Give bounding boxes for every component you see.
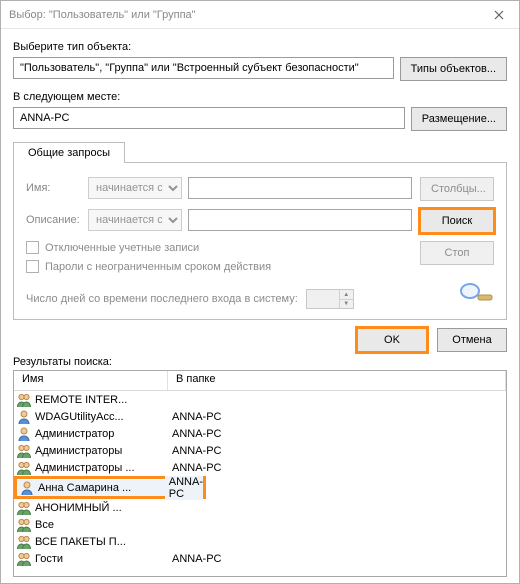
user-icon: [19, 480, 35, 496]
table-row[interactable]: Все: [14, 516, 506, 533]
row-name: REMOTE INTER...: [35, 394, 127, 406]
table-row[interactable]: Администраторы ANNA-PC: [14, 442, 506, 459]
name-input[interactable]: [188, 177, 412, 199]
stop-button[interactable]: Стоп: [420, 241, 494, 265]
chevron-up-icon[interactable]: ▲: [339, 290, 353, 299]
row-name: Администраторы ...: [35, 462, 135, 474]
row-name: ВСЕ ПАКЕТЫ П...: [35, 536, 126, 548]
row-name: Администраторы: [35, 445, 122, 457]
password-noexpire-checkbox[interactable]: [26, 260, 39, 273]
row-name: Гости: [35, 553, 63, 565]
close-button[interactable]: [479, 1, 519, 28]
magnifier-icon: [456, 278, 494, 309]
tabs: Общие запросы Имя: начинается с Описание…: [13, 141, 507, 320]
columns-button[interactable]: Столбцы...: [420, 177, 494, 201]
object-types-button[interactable]: Типы объектов...: [400, 57, 507, 81]
cancel-button[interactable]: Отмена: [437, 328, 507, 352]
name-match-select[interactable]: начинается с: [88, 177, 182, 199]
name-label: Имя:: [26, 182, 82, 194]
days-spin[interactable]: ▲ ▼: [306, 289, 354, 309]
locations-button[interactable]: Размещение...: [411, 107, 507, 131]
dialog-window: Выбор: "Пользователь" или "Группа" Выбер…: [0, 0, 520, 584]
row-name: Анна Самарина ...: [38, 482, 131, 494]
column-folder[interactable]: В папке: [168, 371, 506, 390]
object-type-field[interactable]: [13, 57, 394, 79]
description-input[interactable]: [188, 209, 412, 231]
group-icon: [16, 443, 32, 459]
selection-highlight: Анна Самарина ... ANNA-PC: [14, 476, 206, 499]
group-icon: [16, 551, 32, 567]
row-folder: ANNA-PC: [165, 476, 203, 500]
group-icon: [16, 534, 32, 550]
group-icon: [16, 392, 32, 408]
row-name: Администратор: [35, 428, 114, 440]
row-folder: ANNA-PC: [168, 445, 506, 457]
disabled-accounts-checkbox[interactable]: [26, 241, 39, 254]
object-type-label: Выберите тип объекта:: [13, 41, 507, 53]
row-folder: ANNA-PC: [168, 462, 506, 474]
row-folder: ANNA-PC: [168, 553, 506, 565]
group-icon: [16, 500, 32, 516]
ok-button[interactable]: OK: [357, 328, 427, 352]
chevron-down-icon[interactable]: ▼: [339, 299, 353, 308]
find-now-button[interactable]: Поиск: [420, 209, 494, 233]
location-field[interactable]: [13, 107, 405, 129]
window-title: Выбор: "Пользователь" или "Группа": [9, 9, 479, 21]
table-row[interactable]: Анна Самарина ...ANNA-PC: [17, 479, 203, 496]
close-icon: [494, 7, 504, 23]
user-icon: [16, 409, 32, 425]
user-icon: [16, 426, 32, 442]
group-icon: [16, 460, 32, 476]
location-label: В следующем месте:: [13, 91, 507, 103]
column-name[interactable]: Имя: [14, 371, 168, 390]
row-folder: ANNA-PC: [168, 428, 506, 440]
password-noexpire-label: Пароли с неограниченным сроком действия: [45, 261, 271, 273]
results-list: Имя В папке REMOTE INTER... WDAGUtilityAc…: [13, 370, 507, 577]
titlebar: Выбор: "Пользователь" или "Группа": [1, 1, 519, 29]
table-row[interactable]: Гости ANNA-PC: [14, 550, 506, 567]
row-name: АНОНИМНЫЙ ...: [35, 502, 122, 514]
row-name: WDAGUtilityAcc...: [35, 411, 124, 423]
days-since-login-label: Число дней со времени последнего входа в…: [26, 293, 298, 305]
table-row[interactable]: WDAGUtilityAcc... ANNA-PC: [14, 408, 506, 425]
tab-panel: Имя: начинается с Описание: начинается с: [13, 162, 507, 320]
row-folder: ANNA-PC: [168, 411, 506, 423]
table-row[interactable]: Администратор ANNA-PC: [14, 425, 506, 442]
table-row[interactable]: Администраторы ... ANNA-PC: [14, 459, 506, 476]
description-match-select[interactable]: начинается с: [88, 209, 182, 231]
table-row[interactable]: ВСЕ ПАКЕТЫ П...: [14, 533, 506, 550]
results-label: Результаты поиска:: [13, 356, 507, 368]
table-row[interactable]: АНОНИМНЫЙ ...: [14, 499, 506, 516]
results-header: Имя В папке: [14, 371, 506, 391]
group-icon: [16, 517, 32, 533]
results-body[interactable]: REMOTE INTER...WDAGUtilityAcc...ANNA-PCА…: [14, 391, 506, 576]
row-name: Все: [35, 519, 54, 531]
disabled-accounts-label: Отключенные учетные записи: [45, 242, 199, 254]
description-label: Описание:: [26, 214, 82, 226]
dialog-body: Выберите тип объекта: Типы объектов... В…: [1, 29, 519, 583]
table-row[interactable]: REMOTE INTER...: [14, 391, 506, 408]
tab-common-queries[interactable]: Общие запросы: [13, 142, 125, 163]
